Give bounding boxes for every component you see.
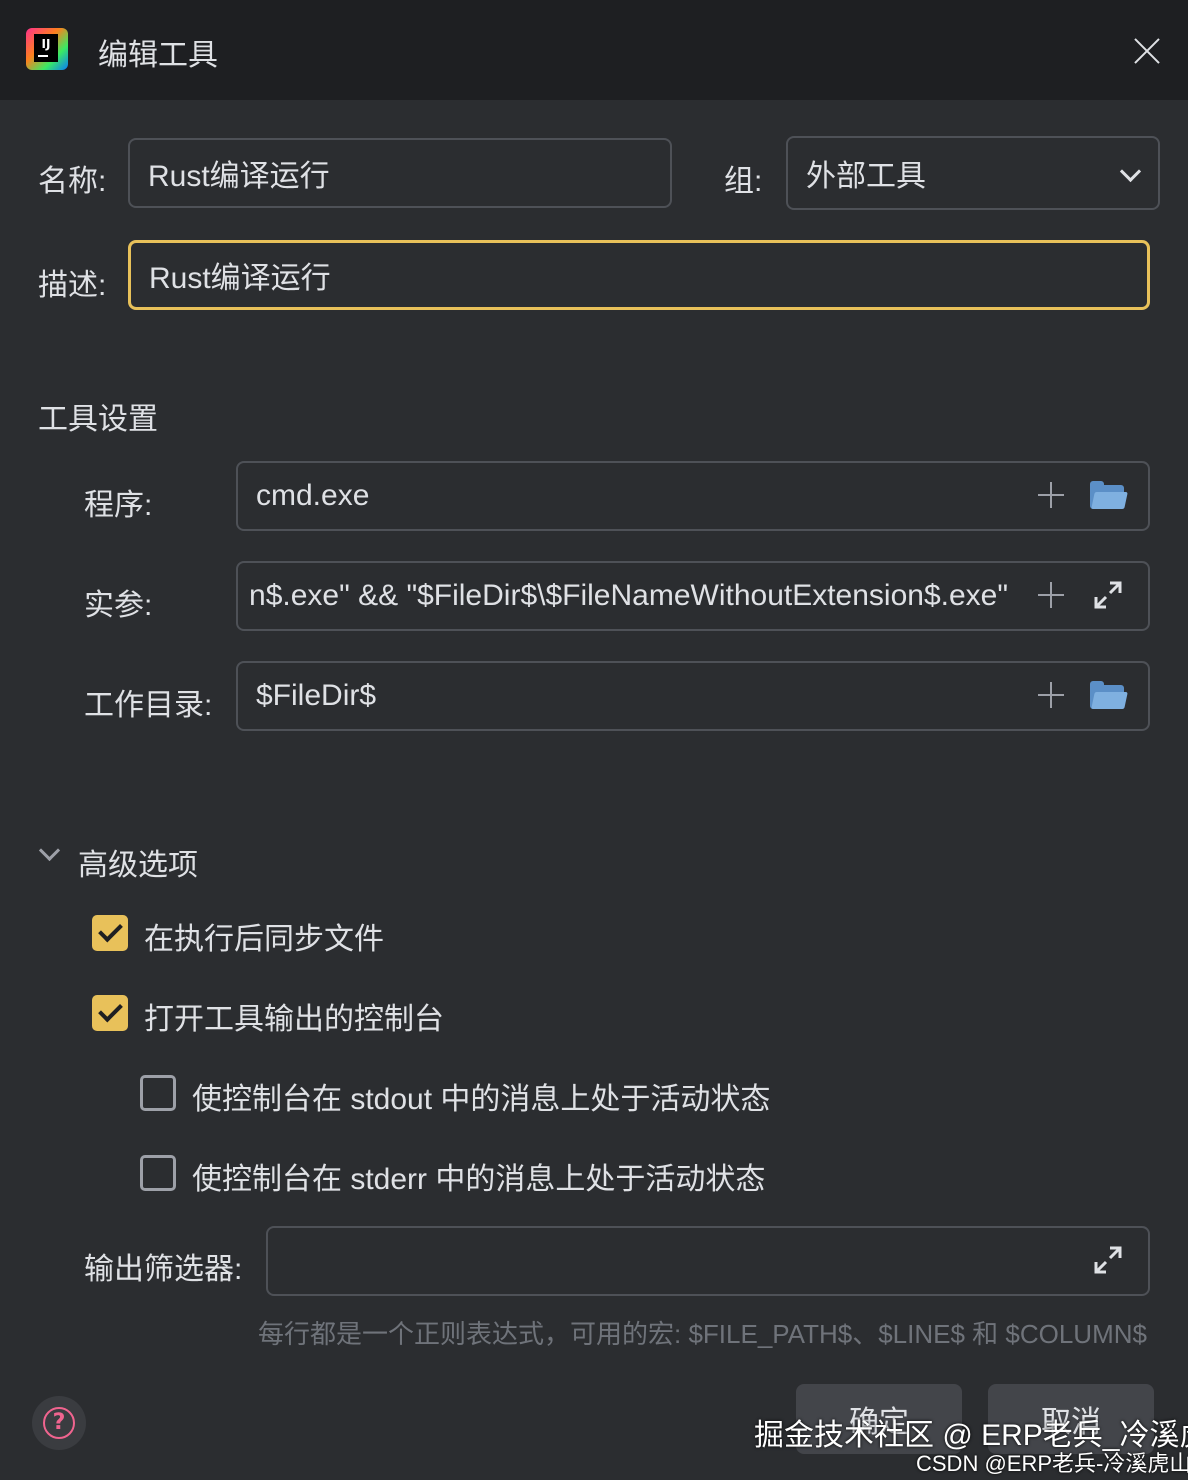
stdout-active-checkbox[interactable] [140, 1075, 176, 1111]
arguments-input[interactable]: n$.exe" && "$FileDir$\$FileNameWithoutEx… [236, 561, 1150, 631]
insert-macro-plus-icon[interactable] [1038, 682, 1064, 708]
folder-icon[interactable] [1090, 481, 1128, 509]
workdir-label: 工作目录: [84, 689, 213, 722]
group-select[interactable]: 外部工具 [786, 136, 1160, 210]
sync-files-label: 在执行后同步文件 [144, 923, 384, 956]
arguments-input-value: n$.exe" && "$FileDir$\$FileNameWithoutEx… [249, 579, 1008, 612]
output-filter-label: 输出筛选器: [84, 1253, 243, 1286]
arguments-label: 实参: [84, 589, 153, 622]
help-button[interactable]: ? [32, 1396, 86, 1450]
program-input[interactable]: cmd.exe [236, 461, 1150, 531]
window-title: 编辑工具 [98, 39, 218, 72]
insert-macro-plus-icon[interactable] [1038, 482, 1064, 508]
description-input[interactable]: Rust编译运行 [128, 240, 1150, 310]
group-label: 组: [724, 165, 763, 198]
sync-files-checkbox[interactable] [92, 915, 128, 951]
expand-icon[interactable] [1092, 1244, 1124, 1276]
folder-icon[interactable] [1090, 681, 1128, 709]
workdir-input[interactable]: $FileDir$ [236, 661, 1150, 731]
stderr-active-checkbox[interactable] [140, 1155, 176, 1191]
csdn-watermark: CSDN @ERP老兵-冷溪虎山 [916, 1451, 1188, 1476]
insert-macro-plus-icon[interactable] [1038, 582, 1064, 608]
output-filter-input[interactable] [266, 1226, 1150, 1296]
name-label: 名称: [38, 165, 107, 198]
program-label: 程序: [84, 489, 153, 522]
stderr-active-label: 使控制台在 stderr 中的消息上处于活动状态 [192, 1163, 766, 1196]
close-icon[interactable] [1128, 32, 1166, 70]
advanced-options-title[interactable]: 高级选项 [78, 840, 198, 884]
group-select-value: 外部工具 [806, 160, 926, 193]
output-filter-hint: 每行都是一个正则表达式，可用的宏: $FILE_PATH$、$LINE$ 和 $… [258, 1319, 1147, 1349]
workdir-input-value: $FileDir$ [256, 679, 377, 712]
chevron-down-icon[interactable] [38, 839, 61, 862]
expand-icon[interactable] [1092, 579, 1124, 611]
program-input-value: cmd.exe [256, 479, 370, 512]
description-input-value: Rust编译运行 [149, 262, 331, 295]
open-console-label: 打开工具输出的控制台 [144, 1003, 444, 1036]
name-input[interactable]: Rust编译运行 [128, 138, 672, 208]
tool-settings-title: 工具设置 [38, 403, 158, 436]
stdout-active-label: 使控制台在 stdout 中的消息上处于活动状态 [192, 1083, 771, 1116]
name-input-value: Rust编译运行 [148, 160, 330, 193]
title-bar: IJ 编辑工具 [0, 0, 1188, 100]
question-icon: ? [43, 1407, 75, 1439]
description-label: 描述: [38, 269, 107, 302]
open-console-checkbox[interactable] [92, 995, 128, 1031]
chevron-down-icon [1119, 160, 1142, 183]
intellij-logo-icon: IJ [26, 28, 68, 70]
